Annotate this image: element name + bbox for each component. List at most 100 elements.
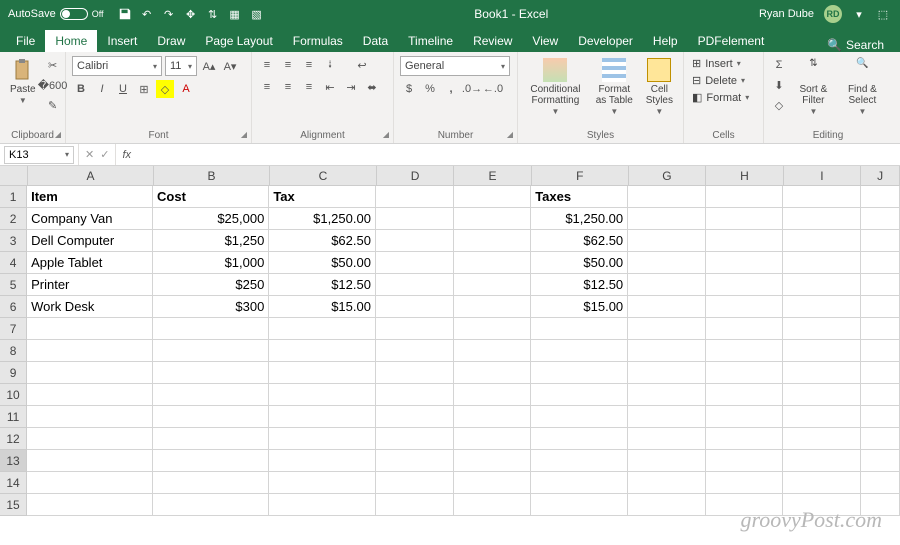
undo-icon[interactable]: ↶ [140,7,154,21]
cell-I6[interactable] [783,296,861,318]
cell-C12[interactable] [269,428,376,450]
column-header-I[interactable]: I [784,166,862,186]
row-header-15[interactable]: 15 [0,494,27,516]
cell-E5[interactable] [454,274,532,296]
tab-review[interactable]: Review [463,30,522,52]
save-icon[interactable] [118,7,132,21]
cell-C8[interactable] [269,340,376,362]
formula-input[interactable] [137,146,900,164]
percent-icon[interactable]: % [421,80,439,98]
cell-F2[interactable]: $1,250.00 [531,208,628,230]
column-header-C[interactable]: C [270,166,377,186]
tab-draw[interactable]: Draw [147,30,195,52]
cell-C3[interactable]: $62.50 [269,230,376,252]
cell-B14[interactable] [153,472,269,494]
cell-J6[interactable] [861,296,900,318]
cell-H1[interactable] [706,186,784,208]
column-header-B[interactable]: B [154,166,270,186]
cell-J9[interactable] [861,362,900,384]
border-icon[interactable]: ⊞ [135,80,153,98]
align-center-icon[interactable]: ≡ [279,78,297,96]
cell-A13[interactable] [27,450,153,472]
cell-F1[interactable]: Taxes [531,186,628,208]
launcher-icon[interactable]: ◢ [507,130,513,139]
cell-styles-button[interactable]: Cell Styles▼ [642,56,677,119]
create-pdf-icon[interactable]: ▧ [250,7,264,21]
cell-B10[interactable] [153,384,269,406]
cell-D10[interactable] [376,384,454,406]
column-header-H[interactable]: H [706,166,784,186]
cell-J2[interactable] [861,208,900,230]
cell-G10[interactable] [628,384,706,406]
cell-E10[interactable] [454,384,532,406]
cell-D3[interactable] [376,230,454,252]
cell-I3[interactable] [783,230,861,252]
cell-C2[interactable]: $1,250.00 [269,208,376,230]
cell-G8[interactable] [628,340,706,362]
cell-D15[interactable] [376,494,454,516]
cell-G2[interactable] [628,208,706,230]
cell-J10[interactable] [861,384,900,406]
cell-F11[interactable] [531,406,628,428]
tab-view[interactable]: View [522,30,568,52]
cell-F12[interactable] [531,428,628,450]
borders-icon[interactable]: ▦ [228,7,242,21]
cell-C7[interactable] [269,318,376,340]
row-header-3[interactable]: 3 [0,230,27,252]
cell-J11[interactable] [861,406,900,428]
cell-E7[interactable] [454,318,532,340]
cell-E14[interactable] [454,472,532,494]
cell-I10[interactable] [783,384,861,406]
align-middle-icon[interactable]: ≡ [279,56,297,74]
cell-H12[interactable] [706,428,784,450]
cell-F5[interactable]: $12.50 [531,274,628,296]
row-header-11[interactable]: 11 [0,406,27,428]
cell-D5[interactable] [376,274,454,296]
cell-I7[interactable] [783,318,861,340]
cut-icon[interactable]: ✂ [44,56,62,74]
comma-icon[interactable]: , [442,80,460,98]
cell-A11[interactable] [27,406,153,428]
cell-J7[interactable] [861,318,900,340]
column-header-G[interactable]: G [629,166,707,186]
cell-D6[interactable] [376,296,454,318]
format-painter-icon[interactable]: ✎ [44,96,62,114]
cell-I5[interactable] [783,274,861,296]
cell-B11[interactable] [153,406,269,428]
wrap-text-icon[interactable]: ↩ [353,56,371,74]
cell-B15[interactable] [153,494,269,516]
cell-G13[interactable] [628,450,706,472]
cell-C14[interactable] [269,472,376,494]
cell-J13[interactable] [861,450,900,472]
cell-A10[interactable] [27,384,153,406]
cell-A4[interactable]: Apple Tablet [27,252,153,274]
cell-C6[interactable]: $15.00 [269,296,376,318]
cell-C13[interactable] [269,450,376,472]
column-header-A[interactable]: A [28,166,154,186]
cell-B13[interactable] [153,450,269,472]
merge-icon[interactable]: ⬌ [363,78,381,96]
cell-E12[interactable] [454,428,532,450]
cell-F14[interactable] [531,472,628,494]
row-header-2[interactable]: 2 [0,208,27,230]
cell-C4[interactable]: $50.00 [269,252,376,274]
cell-I8[interactable] [783,340,861,362]
number-format-select[interactable]: General▾ [400,56,510,76]
tab-insert[interactable]: Insert [97,30,147,52]
font-color-icon[interactable]: A [177,80,195,98]
delete-cells-button[interactable]: ⊟Delete▾ [690,73,747,88]
column-header-F[interactable]: F [532,166,629,186]
cell-B2[interactable]: $25,000 [153,208,269,230]
cell-C1[interactable]: Tax [269,186,376,208]
cell-F4[interactable]: $50.00 [531,252,628,274]
cell-E1[interactable] [454,186,532,208]
cell-B4[interactable]: $1,000 [153,252,269,274]
cell-H2[interactable] [706,208,784,230]
cell-G15[interactable] [628,494,706,516]
cell-A12[interactable] [27,428,153,450]
row-header-4[interactable]: 4 [0,252,27,274]
cell-B8[interactable] [153,340,269,362]
font-name-select[interactable]: Calibri▾ [72,56,162,76]
tab-pdfelement[interactable]: PDFelement [688,30,775,52]
cell-A2[interactable]: Company Van [27,208,153,230]
